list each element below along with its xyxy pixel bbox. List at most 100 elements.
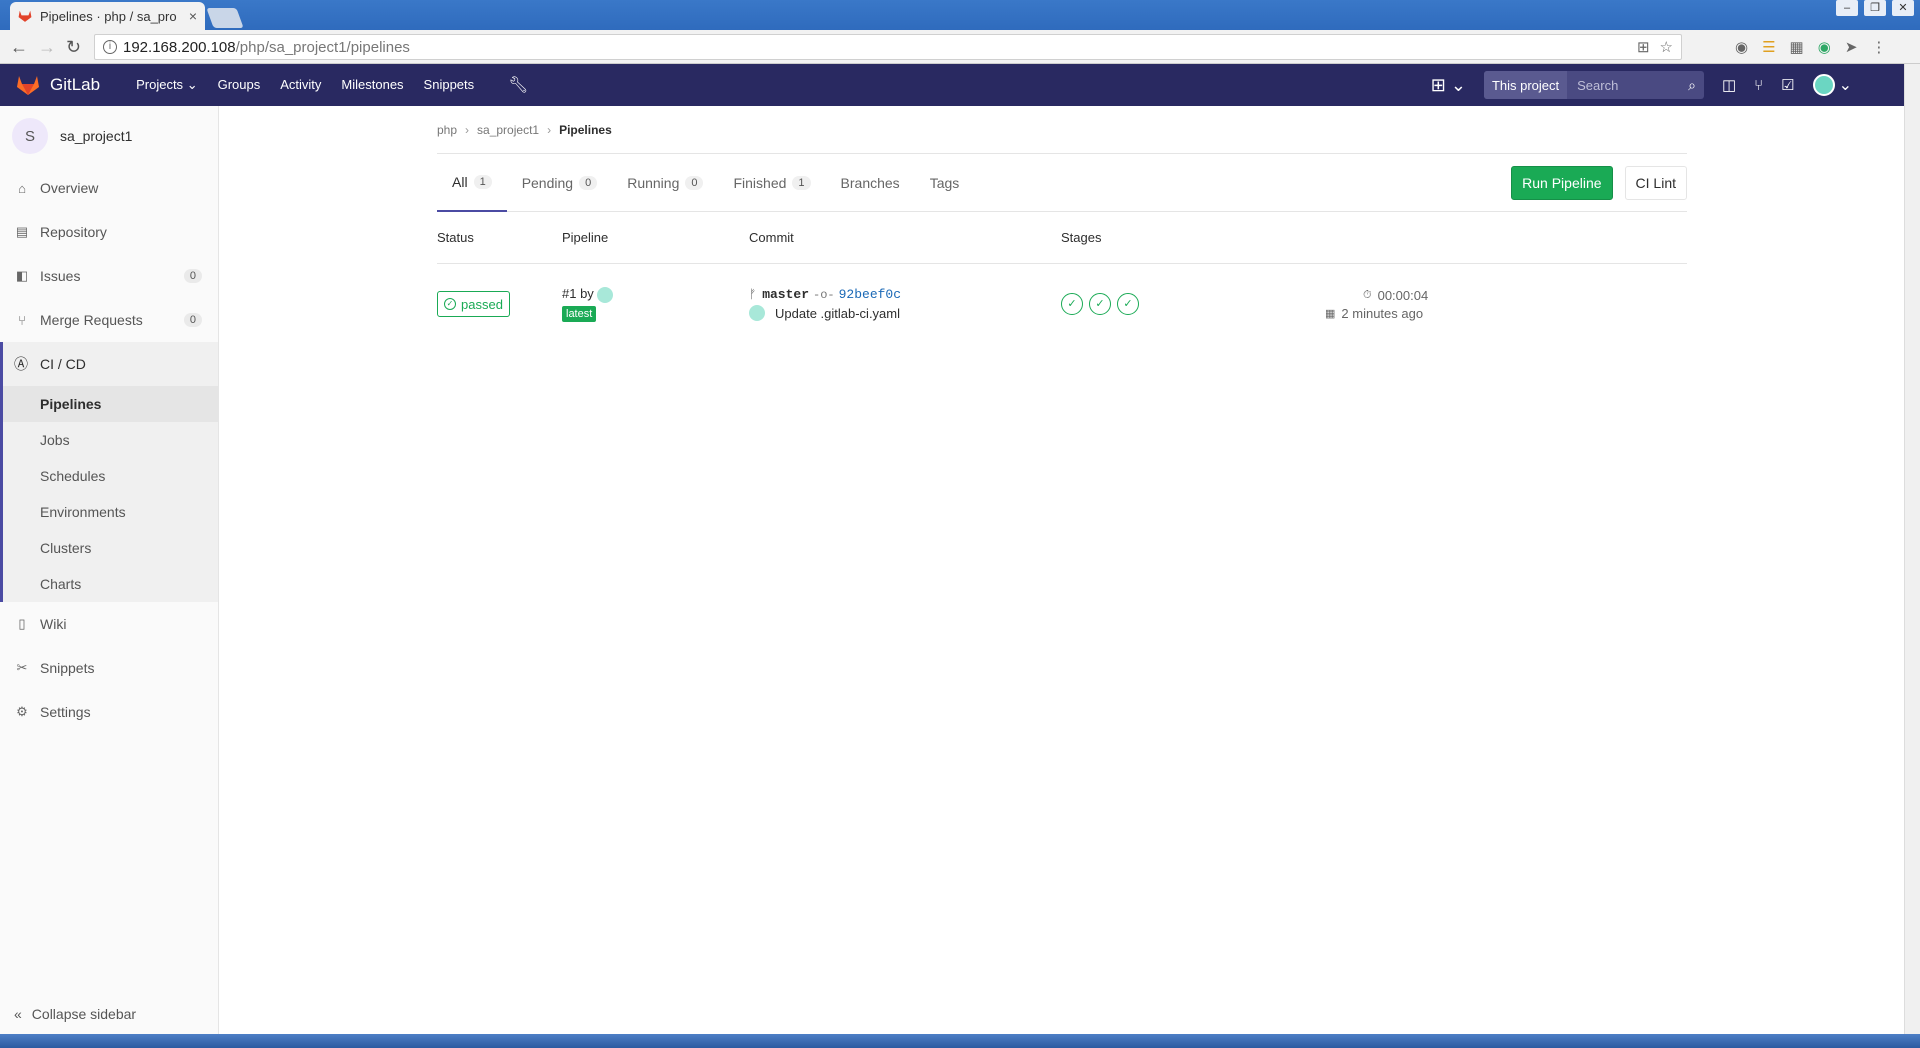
browser-tab[interactable]: Pipelines · php / sa_pro × bbox=[10, 2, 205, 30]
url-input[interactable]: i 192.168.200.108/php/sa_project1/pipeli… bbox=[94, 34, 1682, 60]
gear-icon: ⚙ bbox=[16, 704, 28, 719]
run-pipeline-button[interactable]: Run Pipeline bbox=[1511, 166, 1613, 200]
sidebar-subitem-charts[interactable]: Charts bbox=[3, 566, 218, 602]
menu-icon[interactable]: ⋮ bbox=[1871, 38, 1886, 56]
admin-wrench-icon[interactable]: 🔧︎ bbox=[508, 75, 528, 95]
search-scope[interactable]: This project bbox=[1483, 71, 1568, 99]
pipeline-id-link[interactable]: #1 by bbox=[562, 286, 594, 301]
collapse-sidebar-label: Collapse sidebar bbox=[31, 1006, 137, 1022]
collapse-sidebar-button[interactable]: « Collapse sidebar bbox=[14, 1006, 136, 1022]
extensions-bar: ◉ ☰ ▦ ◉ ➤ ⋮ bbox=[1735, 38, 1886, 56]
maximize-icon[interactable]: ❐ bbox=[1864, 0, 1886, 16]
pipeline-finished-time: 2 minutes ago bbox=[1341, 305, 1424, 321]
site-info-icon[interactable]: i bbox=[103, 40, 117, 54]
status-badge[interactable]: ✓ passed bbox=[437, 291, 510, 317]
ci-lint-button[interactable]: CI Lint bbox=[1624, 166, 1687, 200]
sidebar-item-overview[interactable]: ⌂ Overview bbox=[0, 166, 218, 210]
sidebar-item-cicd[interactable]: Ⓐ CI / CD bbox=[3, 342, 218, 386]
project-sidebar: S sa_project1 ⌂ Overview ▤ Repository ◧ Iss… bbox=[0, 106, 219, 1034]
calendar-icon: ▦ bbox=[1325, 307, 1336, 320]
sidebar-subitem-clusters[interactable]: Clusters bbox=[3, 530, 218, 566]
stage-passed-icon[interactable]: ✓ bbox=[1089, 293, 1111, 315]
merge-request-icon[interactable]: ⑂ bbox=[1754, 77, 1763, 94]
chevron-down-icon: ⌄ bbox=[186, 77, 198, 92]
sidebar-item-repository[interactable]: ▤ Repository bbox=[0, 210, 218, 254]
page-scrollbar[interactable] bbox=[1904, 64, 1920, 1034]
commit-sha-link[interactable]: 92beef0c bbox=[839, 287, 901, 302]
tab-close-icon[interactable]: × bbox=[189, 8, 197, 24]
doc-icon: ▤ bbox=[15, 224, 29, 239]
tab-all[interactable]: All 1 bbox=[437, 154, 507, 212]
sidebar-toggle-icon[interactable]: ◫ bbox=[1722, 76, 1736, 94]
tab-pending[interactable]: Pending 0 bbox=[507, 154, 613, 212]
header-pipeline: Pipeline bbox=[562, 230, 609, 245]
os-taskbar bbox=[0, 1034, 1920, 1048]
sidebar-item-settings[interactable]: ⚙ Settings bbox=[0, 690, 218, 734]
stage-passed-icon[interactable]: ✓ bbox=[1117, 293, 1139, 315]
header-stages: Stages bbox=[1061, 230, 1102, 245]
project-header[interactable]: S sa_project1 bbox=[0, 106, 218, 166]
new-tab-button[interactable] bbox=[206, 8, 244, 28]
todo-check-icon[interactable]: ☑ bbox=[1781, 76, 1794, 94]
nav-activity[interactable]: Activity bbox=[270, 77, 331, 93]
pipeline-tabs: All 1 Pending 0 Running 0 Finished 1 Branche… bbox=[437, 154, 1687, 212]
main-content: php › sa_project1 › Pipelines All 1 Pending… bbox=[437, 106, 1687, 344]
back-icon[interactable]: ← bbox=[10, 37, 28, 58]
merge-requests-count: 0 bbox=[183, 313, 202, 327]
sidebar-subitem-environments[interactable]: Environments bbox=[3, 494, 218, 530]
tab-label: Pending bbox=[521, 174, 574, 191]
gitlab-logo[interactable]: GitLab bbox=[16, 74, 100, 96]
new-item-plus-icon[interactable]: ⊞ ⌄ bbox=[1431, 75, 1466, 96]
user-avatar[interactable] bbox=[596, 286, 613, 303]
rocket-icon: Ⓐ bbox=[14, 356, 28, 372]
timer-icon: ⏱ bbox=[1363, 288, 1372, 301]
breadcrumb: php › sa_project1 › Pipelines bbox=[437, 106, 1687, 154]
sidebar-subitem-schedules[interactable]: Schedules bbox=[3, 458, 218, 494]
merge-request-icon: ⑂ bbox=[18, 312, 26, 328]
nav-groups[interactable]: Groups bbox=[208, 77, 271, 93]
extension-icon[interactable]: ◉ bbox=[1818, 38, 1831, 56]
forward-icon[interactable]: → bbox=[38, 37, 56, 58]
sidebar-item-merge-requests[interactable]: ⑂ Merge Requests 0 bbox=[0, 298, 218, 342]
user-menu[interactable]: ⌄ bbox=[1812, 74, 1852, 96]
breadcrumb-project[interactable]: sa_project1 bbox=[477, 123, 539, 137]
commit-author-avatar[interactable] bbox=[749, 305, 765, 321]
sidebar-item-snippets[interactable]: ✂ Snippets bbox=[0, 646, 218, 690]
tab-label: Branches bbox=[840, 174, 900, 191]
stage-passed-icon[interactable]: ✓ bbox=[1061, 293, 1083, 315]
extension-icon[interactable]: ☰ bbox=[1762, 38, 1775, 56]
search-box[interactable]: This project Search ⌕ bbox=[1483, 71, 1704, 99]
tab-tags[interactable]: Tags bbox=[915, 154, 975, 212]
nav-projects[interactable]: Projects ⌄ bbox=[126, 77, 208, 93]
close-window-icon[interactable]: ✕ bbox=[1892, 0, 1914, 16]
sidebar-subitem-pipelines[interactable]: Pipelines bbox=[3, 386, 218, 422]
reload-icon[interactable]: ↻ bbox=[66, 37, 81, 58]
tab-count: 0 bbox=[685, 175, 704, 190]
commit-message-link[interactable]: Update .gitlab-ci.yaml bbox=[775, 306, 900, 321]
tab-running[interactable]: Running 0 bbox=[612, 154, 718, 212]
sidebar-subitem-jobs[interactable]: Jobs bbox=[3, 422, 218, 458]
breadcrumb-php[interactable]: php bbox=[437, 123, 457, 137]
breadcrumb-current[interactable]: Pipelines bbox=[559, 123, 612, 137]
tab-branches[interactable]: Branches bbox=[826, 154, 915, 212]
sidebar-item-wiki[interactable]: ▯ Wiki bbox=[0, 602, 218, 646]
nav-milestones[interactable]: Milestones bbox=[331, 77, 413, 93]
nav-snippets[interactable]: Snippets bbox=[414, 77, 485, 93]
translate-icon[interactable]: ⊞ bbox=[1637, 38, 1650, 56]
user-avatar bbox=[1812, 74, 1835, 96]
search-input[interactable]: Search bbox=[1567, 78, 1688, 93]
header-status: Status bbox=[437, 230, 474, 245]
minimize-icon[interactable]: – bbox=[1836, 0, 1858, 16]
tab-finished[interactable]: Finished 1 bbox=[718, 154, 825, 212]
branch-link[interactable]: master bbox=[762, 287, 809, 302]
sidebar-item-label: Snippets bbox=[40, 660, 95, 676]
send-icon[interactable]: ➤ bbox=[1845, 38, 1858, 56]
sidebar-item-issues[interactable]: ◧ Issues 0 bbox=[0, 254, 218, 298]
tab-count: 0 bbox=[579, 175, 598, 190]
bookmark-star-icon[interactable]: ☆ bbox=[1660, 38, 1673, 56]
commit-icon: -o- bbox=[813, 287, 835, 302]
sidebar-item-label: CI / CD bbox=[40, 356, 86, 372]
double-chevron-left-icon: « bbox=[14, 1006, 22, 1022]
extension-icon[interactable]: ◉ bbox=[1735, 38, 1748, 56]
qr-icon[interactable]: ▦ bbox=[1790, 38, 1804, 56]
